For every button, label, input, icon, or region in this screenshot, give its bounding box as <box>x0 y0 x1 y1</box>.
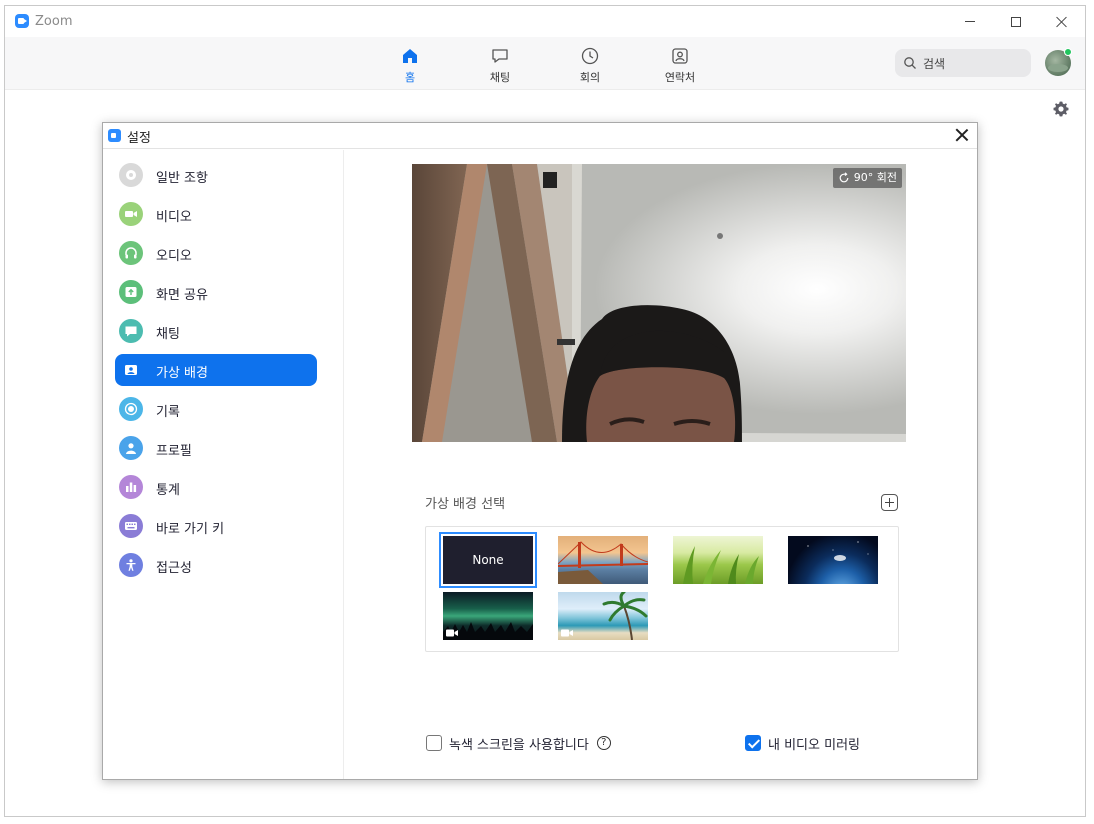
keyboard-icon <box>119 514 143 538</box>
settings-close-button[interactable] <box>955 128 969 142</box>
background-earth[interactable] <box>788 536 878 584</box>
virtual-background-icon <box>119 358 143 382</box>
virtual-background-panel: 90° 회전 가상 배경 선택 None 녹색 스크린을 사용합니다 ? 내 비… <box>345 150 977 779</box>
share-screen-icon <box>119 280 143 304</box>
window-title: Zoom <box>35 14 73 29</box>
tab-meeting[interactable]: 회의 <box>555 46 625 85</box>
golden-gate-image <box>558 541 648 584</box>
sidebar-item-label: 일반 조항 <box>156 171 208 186</box>
window-titlebar: Zoom <box>5 6 1085 37</box>
help-icon[interactable]: ? <box>596 736 611 750</box>
close-window-button[interactable] <box>1039 6 1085 37</box>
camera-preview: 90° 회전 <box>412 164 906 442</box>
home-icon <box>403 49 417 63</box>
mirror-video-label: 내 비디오 미러링 <box>768 737 860 753</box>
green-screen-checkbox[interactable] <box>426 735 442 751</box>
video-background-icon <box>446 629 458 637</box>
contacts-icon <box>672 48 688 64</box>
sidebar-item-label: 프로필 <box>156 444 192 459</box>
earth-image <box>807 541 869 561</box>
sidebar-item-virtual-background[interactable]: 가상 배경 <box>115 354 317 386</box>
tab-contacts-label: 연락처 <box>664 71 696 84</box>
sidebar-item-label: 채팅 <box>156 327 180 342</box>
sidebar-item-label: 가상 배경 <box>156 366 208 381</box>
tab-meeting-label: 회의 <box>579 71 601 84</box>
accessibility-icon <box>119 553 143 577</box>
background-beach[interactable] <box>558 592 648 640</box>
tab-home[interactable]: 홈 <box>375 46 445 85</box>
maximize-icon <box>1011 16 1021 27</box>
statistics-icon <box>119 475 143 499</box>
video-background-icon <box>561 629 573 637</box>
sidebar-item-label: 기록 <box>156 405 180 420</box>
background-none-label: None <box>472 553 504 567</box>
zoom-logo-icon <box>108 129 121 142</box>
rotate-icon <box>839 172 849 183</box>
sidebar-item-label: 통계 <box>156 483 180 498</box>
add-background-button[interactable] <box>881 494 898 511</box>
zoom-logo-icon <box>15 14 29 28</box>
sidebar-item-label: 바로 가기 키 <box>156 522 225 537</box>
sidebar-item-general[interactable]: 일반 조항 <box>115 159 317 191</box>
sidebar-item-video[interactable]: 비디오 <box>115 198 317 230</box>
video-icon <box>119 202 143 226</box>
green-screen-option[interactable]: 녹색 스크린을 사용합니다 ? <box>426 733 611 753</box>
green-screen-label: 녹색 스크린을 사용합니다 <box>449 737 589 753</box>
sidebar-item-recording[interactable]: 기록 <box>115 393 317 425</box>
profile-icon <box>119 436 143 460</box>
background-golden-gate[interactable] <box>558 536 648 584</box>
sidebar-item-statistics[interactable]: 통계 <box>115 471 317 503</box>
sidebar-item-audio[interactable]: 오디오 <box>115 237 317 269</box>
background-aurora[interactable] <box>443 592 533 640</box>
sidebar-item-label: 비디오 <box>156 210 192 225</box>
sidebar-item-accessibility[interactable]: 접근성 <box>115 549 317 581</box>
settings-titlebar: 설정 <box>103 123 977 149</box>
mirror-video-checkbox[interactable] <box>745 735 761 751</box>
mirror-video-option[interactable]: 내 비디오 미러링 <box>745 733 860 753</box>
maximize-button[interactable] <box>993 6 1039 37</box>
headphones-icon <box>119 241 143 265</box>
choose-background-title: 가상 배경 선택 <box>425 497 506 512</box>
background-gallery: None <box>425 526 899 652</box>
clock-icon <box>581 47 599 65</box>
settings-sidebar: 일반 조항 비디오 오디오 화면 공유 채팅 가상 배경 기록 프로필 통계 바… <box>103 150 344 779</box>
settings-gear-icon[interactable] <box>1052 100 1070 118</box>
rotate-90-button[interactable]: 90° 회전 <box>832 168 902 188</box>
sidebar-item-profile[interactable]: 프로필 <box>115 432 317 464</box>
tab-chat[interactable]: 채팅 <box>465 46 535 85</box>
search-icon <box>904 57 916 69</box>
rotate-label: 90° 회전 <box>853 171 897 184</box>
camera-preview-image <box>412 164 906 442</box>
minimize-icon <box>965 21 975 22</box>
settings-title: 설정 <box>127 131 151 146</box>
gear-icon <box>119 163 143 187</box>
close-icon <box>1056 16 1068 28</box>
sidebar-item-keyboard-shortcuts[interactable]: 바로 가기 키 <box>115 510 317 542</box>
top-navigation: 홈 채팅 회의 연락처 검색 <box>5 37 1085 90</box>
background-grass[interactable] <box>673 536 763 584</box>
tab-contacts[interactable]: 연락처 <box>645 46 715 85</box>
sidebar-item-chat[interactable]: 채팅 <box>115 315 317 347</box>
chat-icon <box>492 49 508 63</box>
sidebar-item-label: 접근성 <box>156 561 192 576</box>
background-none[interactable]: None <box>439 532 537 588</box>
search-input[interactable]: 검색 <box>895 49 1031 77</box>
sidebar-item-label: 오디오 <box>156 249 192 264</box>
presence-status-icon <box>1064 48 1072 56</box>
minimize-button[interactable] <box>947 6 993 37</box>
tab-chat-label: 채팅 <box>489 71 511 84</box>
search-placeholder: 검색 <box>923 57 946 71</box>
tab-home-label: 홈 <box>404 71 416 84</box>
sidebar-item-screen-share[interactable]: 화면 공유 <box>115 276 317 308</box>
record-icon <box>119 397 143 421</box>
sidebar-item-label: 화면 공유 <box>156 288 208 303</box>
chat-bubble-icon <box>119 319 143 343</box>
grass-image <box>683 546 759 584</box>
settings-dialog: 설정 일반 조항 비디오 오디오 화면 공유 채팅 가상 배경 기록 프로필 통… <box>102 122 978 780</box>
